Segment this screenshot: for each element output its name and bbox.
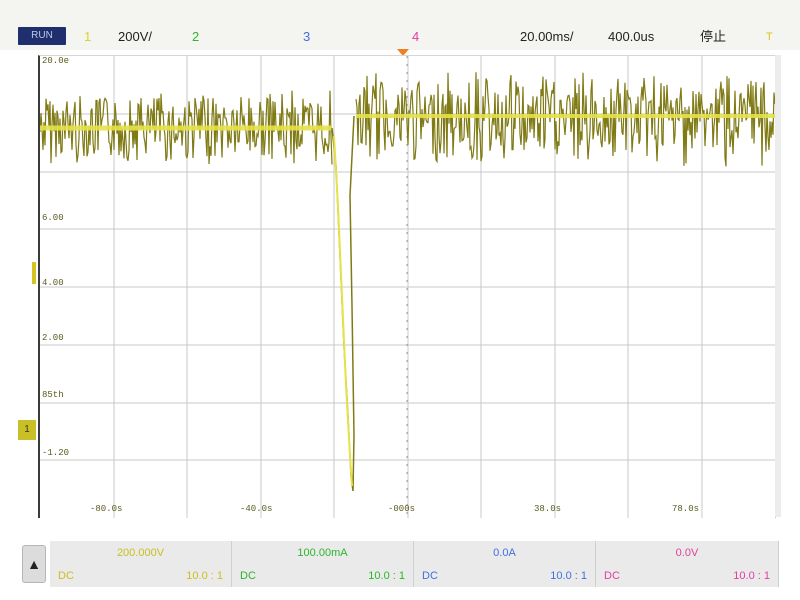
top-toolbar: RUN 1 200V/ 2 3 4 20.00ms/ 400.0us 停止 T [0, 0, 800, 50]
waveform-noise-right [355, 72, 775, 167]
channel-1-indicator[interactable]: 1 [84, 29, 91, 45]
x-label: -40.0s [240, 504, 273, 514]
y-label: 4.00 [42, 278, 64, 288]
x-label: -80.0s [90, 504, 123, 514]
horizontal-delay[interactable]: 400.0us [608, 29, 654, 45]
channel-4-indicator[interactable]: 4 [412, 29, 419, 45]
channel-2-probe: 10.0 : 1 [368, 570, 405, 582]
channel-1-scale: 200.000V [116, 547, 165, 559]
channel-2-panel[interactable]: 100.00mA DC 10.0 : 1 [232, 541, 414, 587]
waveform-dip-trace [333, 135, 353, 487]
y-label: 85th [42, 390, 64, 400]
vertical-scrollbar[interactable] [775, 55, 781, 517]
channel-3-scale: 0.0A [493, 547, 516, 559]
trigger-level-marker[interactable] [32, 262, 36, 284]
channel-2-indicator[interactable]: 2 [192, 29, 199, 45]
waveform-display[interactable]: 20.0e 6.00 4.00 2.00 85th -1.20 [38, 55, 776, 518]
x-label: 78.0s [672, 504, 700, 514]
channel-3-coupling: DC [422, 570, 438, 582]
y-label: 2.00 [42, 333, 64, 343]
acquisition-status: 停止 [700, 29, 727, 44]
volt-per-div[interactable]: 200V/ [118, 29, 152, 45]
channel-1-panel[interactable]: 200.000V DC 10.0 : 1 [50, 541, 232, 587]
channel-3-indicator[interactable]: 3 [303, 29, 310, 45]
y-label: 6.00 [42, 213, 64, 223]
channel-2-coupling: DC [240, 570, 256, 582]
channel-1-probe: 10.0 : 1 [186, 570, 223, 582]
y-label: -1.20 [42, 448, 70, 458]
waveform-svg [40, 56, 775, 518]
channel-3-panel[interactable]: 0.0A DC 10.0 : 1 [414, 541, 596, 587]
trigger-icon[interactable]: T [766, 29, 773, 45]
home-button[interactable]: ▲ [22, 545, 46, 583]
channel-1-coupling: DC [58, 570, 74, 582]
channel-4-scale: 0.0V [675, 547, 699, 559]
run-stop-button[interactable]: RUN [18, 27, 66, 45]
channel-3-probe: 10.0 : 1 [550, 570, 587, 582]
channel-4-probe: 10.0 : 1 [733, 570, 770, 582]
channel-4-coupling: DC [604, 570, 620, 582]
time-per-div[interactable]: 20.00ms/ [520, 29, 573, 45]
x-label: -000s [388, 504, 416, 514]
channel-4-panel[interactable]: 0.0V DC 10.0 : 1 [596, 541, 779, 587]
x-label: 38.0s [534, 504, 562, 514]
y-label: 20.0e [42, 56, 70, 66]
channel-1-ground-marker[interactable]: 1 [18, 420, 36, 440]
channel-2-scale: 100.00mA [297, 547, 348, 559]
